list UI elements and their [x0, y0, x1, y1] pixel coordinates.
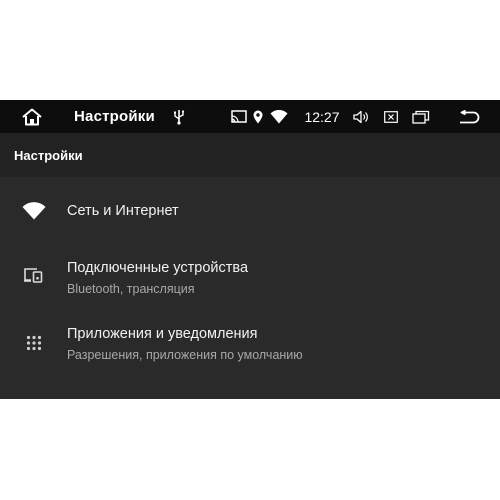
volume-icon[interactable] [352, 100, 372, 133]
usb-icon [170, 100, 188, 133]
back-icon [460, 109, 480, 123]
home-icon [22, 108, 42, 125]
home-button[interactable] [14, 100, 50, 133]
settings-item-title: Сеть и Интернет [67, 203, 179, 219]
location-icon [252, 100, 264, 133]
clock: 12:27 [304, 108, 340, 125]
cast-icon [230, 100, 248, 133]
connected-devices-icon [20, 266, 48, 284]
settings-item-subtitle: Разрешения, приложения по умолчанию [67, 348, 303, 362]
settings-item-network[interactable]: Сеть и Интернет [0, 177, 500, 241]
apps-grid-icon [20, 333, 48, 353]
status-bar: Настройки 12:27 [0, 100, 500, 133]
settings-list: Сеть и Интернет Подключенные устройства … [0, 177, 500, 381]
settings-item-subtitle: Bluetooth, трансляция [67, 282, 195, 296]
settings-item-apps[interactable]: Приложения и уведомления Разрешения, при… [0, 309, 500, 381]
android-screen: Настройки 12:27 Настройки Сеть и Интерне… [0, 100, 500, 399]
wifi-icon [268, 100, 290, 133]
settings-item-title: Приложения и уведомления [67, 326, 258, 342]
back-button[interactable] [454, 100, 484, 133]
settings-item-connected-devices[interactable]: Подключенные устройства Bluetooth, транс… [0, 241, 500, 309]
status-bar-title: Настройки [74, 108, 155, 125]
page-title: Настройки [14, 148, 83, 163]
windows-icon[interactable] [410, 100, 432, 133]
close-box-icon[interactable] [382, 100, 400, 133]
settings-item-title: Подключенные устройства [67, 260, 249, 276]
wifi-icon [20, 201, 48, 221]
settings-header: Настройки [0, 133, 500, 177]
